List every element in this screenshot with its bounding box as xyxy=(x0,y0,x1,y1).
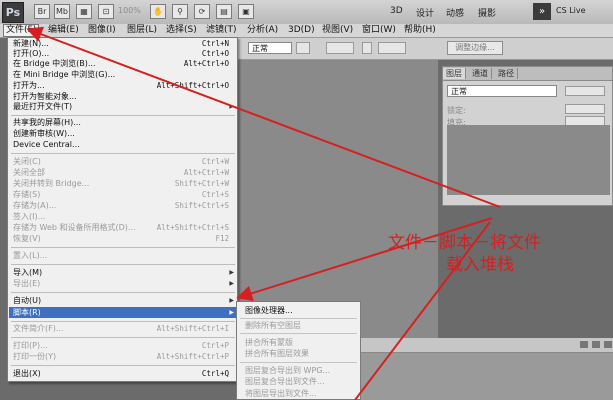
annotation-arrows xyxy=(26,26,501,400)
annotation-text-line2: 载入堆栈 xyxy=(446,255,514,275)
arrow-to-file-menu xyxy=(26,26,501,208)
